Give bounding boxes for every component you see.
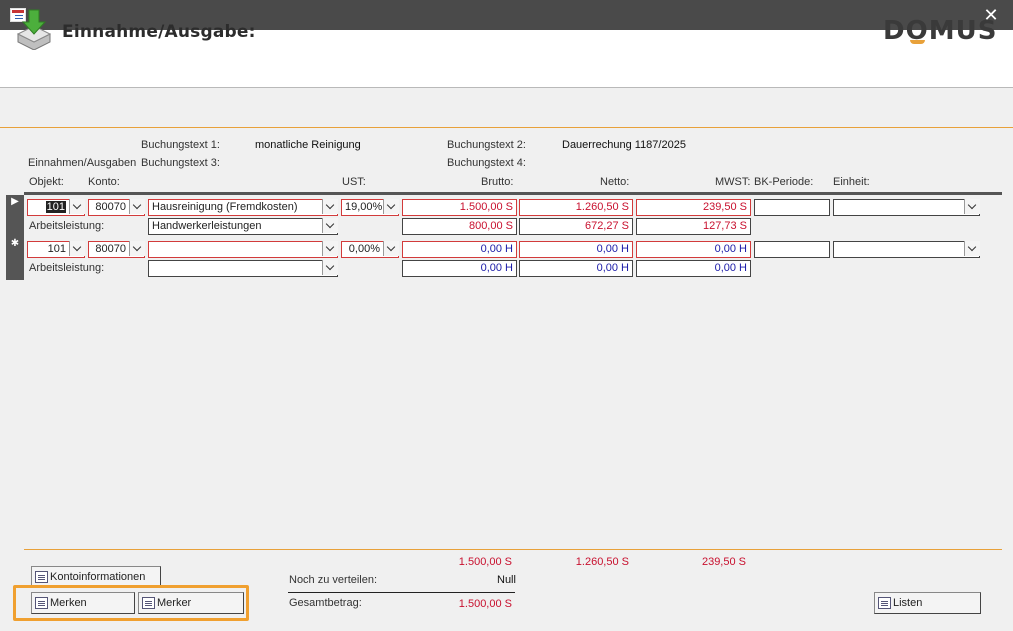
netto-field[interactable]: 1.260,50 S [519, 199, 633, 216]
brutto-field[interactable]: 0,00 H [402, 241, 517, 258]
labor-label: Arbeitsleistung: [29, 262, 105, 274]
download-inbox-icon [16, 9, 52, 50]
list-icon [878, 597, 891, 610]
chevron-down-icon[interactable] [69, 199, 85, 214]
einheit-combo[interactable] [833, 199, 980, 216]
chart-icon [35, 571, 48, 584]
chevron-down-icon[interactable] [964, 241, 980, 256]
document-icon [35, 597, 48, 610]
sum-brutto: 1.500,00 S [458, 556, 512, 568]
record-selector-current[interactable]: ▶ [6, 195, 24, 237]
brutto-field[interactable]: 1.500,00 S [402, 199, 517, 216]
bk-periode-field[interactable] [754, 199, 830, 216]
chevron-down-icon[interactable] [322, 260, 338, 275]
chevron-down-icon[interactable] [129, 241, 145, 256]
chevron-down-icon[interactable] [322, 218, 338, 233]
labor-brutto-field[interactable]: 800,00 S [402, 218, 517, 235]
totals-separator [288, 592, 515, 593]
listen-button[interactable]: Listen [874, 592, 981, 614]
mwst-field[interactable]: 239,50 S [636, 199, 751, 216]
objekt-combo[interactable]: 101 [27, 241, 85, 258]
col-brutto: Brutto: [481, 176, 514, 188]
labor-combo[interactable] [148, 260, 338, 277]
account-name-combo[interactable]: Hausreinigung (Fremdkosten) [148, 199, 338, 216]
col-netto: Netto: [600, 176, 630, 188]
booking-text-3-label: Buchungstext 3: [141, 157, 220, 169]
labor-mwst-field[interactable]: 0,00 H [636, 260, 751, 277]
booking-text-2-label: Buchungstext 2: [447, 139, 526, 151]
mwst-field[interactable]: 0,00 H [636, 241, 751, 258]
col-mwst: MWST: [715, 176, 751, 188]
labor-netto-field[interactable]: 672,27 S [519, 218, 633, 235]
netto-field[interactable]: 0,00 H [519, 241, 633, 258]
sum-netto: 1.260,50 S [575, 556, 629, 568]
sum-mwst: 239,50 S [701, 556, 746, 568]
chevron-down-icon[interactable] [383, 241, 399, 256]
chevron-down-icon[interactable] [383, 199, 399, 214]
booking-text-1-label: Buchungstext 1: [141, 139, 220, 151]
labor-combo[interactable]: Handwerkerleistungen [148, 218, 338, 235]
record-selector-new[interactable]: ✱ [6, 237, 24, 280]
booking-text-4-label: Buchungstext 4: [447, 157, 526, 169]
labor-brutto-field[interactable]: 0,00 H [402, 260, 517, 277]
ust-combo[interactable]: 0,00% [341, 241, 399, 258]
section-label: Einnahmen/Ausgaben [28, 157, 137, 169]
col-bk-periode: BK-Periode: [754, 176, 814, 188]
page-title: Einnahme/Ausgabe: [62, 22, 256, 42]
col-ust: UST: [342, 176, 366, 188]
chevron-down-icon[interactable] [964, 199, 980, 214]
chevron-down-icon[interactable] [322, 199, 338, 214]
ust-combo[interactable]: 19,00% [341, 199, 399, 216]
labor-netto-field[interactable]: 0,00 H [519, 260, 633, 277]
remaining-value: Null [497, 574, 516, 586]
total-value: 1.500,00 S [458, 598, 512, 610]
merker-button[interactable]: Merker [138, 592, 244, 614]
labor-mwst-field[interactable]: 127,73 S [636, 218, 751, 235]
remaining-label: Noch zu verteilen: [289, 574, 378, 586]
konto-combo[interactable]: 80070 [88, 241, 145, 258]
footer-divider [24, 549, 1002, 550]
objekt-combo[interactable]: 101 [27, 199, 85, 216]
document-icon [142, 597, 155, 610]
booking-text-2-value[interactable]: Dauerrechung 1187/2025 [562, 139, 686, 151]
total-label: Gesamtbetrag: [289, 597, 362, 609]
account-name-combo[interactable] [148, 241, 338, 258]
chevron-down-icon[interactable] [322, 241, 338, 256]
labor-label: Arbeitsleistung: [29, 220, 105, 232]
merken-button[interactable]: Merken [31, 592, 135, 614]
domus-logo: DOMUS [883, 16, 998, 46]
chevron-down-icon[interactable] [129, 199, 145, 214]
col-objekt: Objekt: [29, 176, 64, 188]
chevron-down-icon[interactable] [69, 241, 85, 256]
col-einheit: Einheit: [833, 176, 870, 188]
konto-combo[interactable]: 80070 [88, 199, 145, 216]
header-divider [0, 127, 1013, 128]
booking-text-1-value[interactable]: monatliche Reinigung [255, 139, 361, 151]
col-konto: Konto: [88, 176, 120, 188]
bk-periode-field[interactable] [754, 241, 830, 258]
grid-header-divider [24, 192, 1002, 195]
einheit-combo[interactable] [833, 241, 980, 258]
